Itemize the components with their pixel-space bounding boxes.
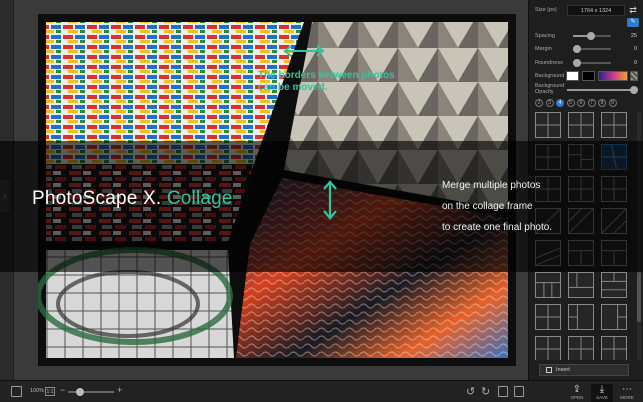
collage-template[interactable] <box>568 304 594 330</box>
photo-count-9[interactable]: 9 <box>608 99 617 107</box>
insert-label: Insert <box>556 367 570 373</box>
roundness-value[interactable]: 0 <box>615 60 637 66</box>
more-label: MORE <box>620 395 634 400</box>
collage-template[interactable] <box>601 112 627 138</box>
banner-line-1: Merge multiple photos <box>442 180 541 191</box>
swap-orientation-icon[interactable]: ⇄ <box>627 4 639 16</box>
background-opacity-slider[interactable] <box>567 86 639 94</box>
template-layout-icon <box>569 113 593 137</box>
template-layout-icon <box>617 305 626 329</box>
roundness-label: Roundness <box>535 60 563 66</box>
photo-count-6[interactable]: 6 <box>577 99 585 107</box>
vertical-double-arrow-icon <box>323 180 337 220</box>
border-annotation: The borders between photos can be moved. <box>258 70 395 93</box>
black-swatch[interactable] <box>582 71 595 81</box>
collage-template[interactable] <box>601 336 627 360</box>
open-label: OPEN <box>570 395 584 400</box>
spacing-value[interactable]: 25 <box>615 33 637 39</box>
banner-title-accent: Collage <box>166 188 233 209</box>
flip-horizontal-icon[interactable] <box>498 386 508 397</box>
more-icon: ⋯ <box>622 384 632 395</box>
white-swatch[interactable] <box>566 71 579 81</box>
collage-template[interactable] <box>568 272 594 298</box>
collage-app: › <box>0 0 643 402</box>
photo-count-4[interactable]: 4 <box>556 99 564 107</box>
spacing-label: Spacing <box>535 33 555 39</box>
photo-count-8[interactable]: 8 <box>598 99 606 107</box>
photo-count-5[interactable]: 5 <box>566 99 575 107</box>
rotate-left-icon[interactable]: ↺ <box>466 385 475 398</box>
collage-template[interactable] <box>535 112 561 138</box>
collage-template[interactable] <box>601 304 627 330</box>
collage-template[interactable] <box>568 336 594 360</box>
save-button[interactable]: ⤓ SAVE <box>591 384 613 402</box>
template-layout-icon <box>536 113 560 137</box>
zoom-level: 100% <box>30 388 45 394</box>
pattern-swatch[interactable] <box>630 71 638 81</box>
roundness-row: Roundness 0 <box>535 57 637 69</box>
background-label: Background <box>535 73 565 79</box>
collage-template[interactable] <box>568 112 594 138</box>
insert-button[interactable]: Insert <box>539 364 629 376</box>
zoom-in-button[interactable]: + <box>117 385 122 395</box>
actual-size-button[interactable]: 1:1 <box>45 387 55 396</box>
template-layout-icon <box>602 337 626 360</box>
collage-template[interactable] <box>535 336 561 360</box>
banner-line-2: on the collage frame <box>442 201 533 212</box>
margin-value[interactable]: 0 <box>615 46 637 52</box>
collage-template[interactable] <box>535 272 561 298</box>
template-layout-icon <box>536 337 560 360</box>
size-label: Size (px) <box>535 7 557 13</box>
roundness-slider[interactable] <box>573 59 611 67</box>
banner-line-3: to create one final photo. <box>442 222 553 233</box>
lock-ratio-icon[interactable]: ✎ <box>627 18 639 27</box>
photo-count-7[interactable]: 7 <box>587 99 596 107</box>
template-layout-icon <box>569 273 593 288</box>
template-layout-icon <box>602 113 626 137</box>
banner-title-main: PhotoScape X. <box>32 188 167 209</box>
more-button[interactable]: ⋯ MORE <box>616 384 638 402</box>
spacing-slider[interactable] <box>573 32 611 40</box>
margin-row: Margin 0 <box>535 43 637 55</box>
save-label: SAVE <box>596 395 608 400</box>
horizontal-double-arrow-icon <box>283 45 325 57</box>
size-field[interactable]: 1764 x 1324 <box>567 5 625 16</box>
save-icon: ⤓ <box>599 384 605 395</box>
margin-label: Margin <box>535 46 552 52</box>
gradient-swatch[interactable] <box>598 71 628 81</box>
template-layout-icon <box>536 305 560 329</box>
margin-slider[interactable] <box>573 45 611 53</box>
background-opacity-label: Background Opacity <box>535 83 565 95</box>
insert-icon <box>546 367 552 373</box>
flip-vertical-icon[interactable] <box>514 386 524 397</box>
zoom-out-button[interactable]: − <box>60 385 65 395</box>
open-button[interactable]: ⇪ OPEN <box>566 384 588 402</box>
template-layout-icon <box>569 337 593 360</box>
photo-count-3[interactable]: 3 <box>545 99 554 107</box>
open-icon: ⇪ <box>572 384 582 395</box>
template-layout-icon <box>569 305 578 329</box>
template-layout-icon <box>536 282 560 297</box>
fit-screen-icon[interactable] <box>11 386 22 397</box>
bottom-toolbar: 100% 1:1 − + ↺ ↻ ⇪ OPEN ⤓ SAVE ⋯ MORE <box>0 380 643 402</box>
rotate-right-icon[interactable]: ↻ <box>481 385 490 398</box>
banner-title: PhotoScape X. Collage <box>32 188 233 210</box>
template-layout-icon <box>602 273 626 291</box>
spacing-row: Spacing 25 <box>535 30 637 42</box>
photo-count-2[interactable]: 2 <box>535 99 543 107</box>
photo-count-selector: 23456789 <box>535 99 617 107</box>
collage-template[interactable] <box>601 272 627 298</box>
zoom-slider[interactable] <box>68 388 114 396</box>
collage-template[interactable] <box>535 304 561 330</box>
